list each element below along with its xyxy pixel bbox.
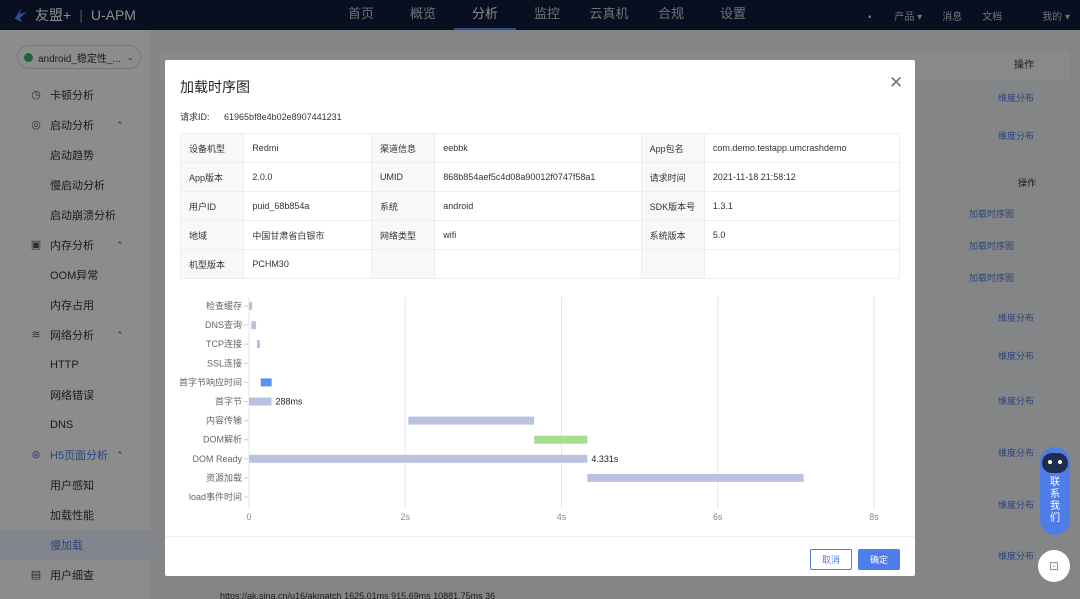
table-row: 地域 中国甘肃省白银市 网络类型 wifi 系统版本 5.0 <box>179 220 901 250</box>
info-value: android <box>434 191 642 221</box>
info-value: 868b854aef5c4d08a90012f0747f58a1 <box>434 162 642 192</box>
timing-bar[interactable] <box>534 435 588 444</box>
request-info-table: 设备机型 Redmi 渠道信息 eebbk App包名 com.demo.testapp.… <box>179 133 901 279</box>
info-key: 机型版本 <box>179 249 245 279</box>
info-key: 地域 <box>179 220 245 250</box>
category-label: 检查缓存 <box>206 300 242 311</box>
info-key: 设备机型 <box>179 133 245 163</box>
category-label: DOM Ready <box>192 454 242 464</box>
close-icon[interactable]: ✕ <box>889 74 903 91</box>
category-label: 首字节响应时间 <box>180 376 242 387</box>
timing-bar[interactable] <box>587 473 804 482</box>
timing-bar[interactable] <box>256 340 260 349</box>
contact-us-button[interactable]: 联系我们 <box>1040 447 1070 535</box>
table-row: App版本 2.0.0 UMID 868b854aef5c4d08a90012f074… <box>179 162 901 192</box>
modal-footer: 取消 确定 <box>165 536 915 576</box>
cancel-button[interactable]: 取消 <box>810 549 852 570</box>
timing-bar[interactable] <box>408 416 535 425</box>
info-key: 网络类型 <box>370 220 436 250</box>
timing-bar[interactable] <box>260 378 272 387</box>
robot-icon <box>1042 453 1068 473</box>
info-value: Redmi <box>243 133 372 163</box>
info-key: App包名 <box>640 133 705 163</box>
x-tick-label: 0 <box>246 512 251 522</box>
data-label: 4.331s <box>591 454 619 464</box>
info-key: UMID <box>370 162 436 192</box>
contact-us-label: 联系我们 <box>1050 477 1060 524</box>
request-id-value: 61965bf8e4b02e8907441231 <box>224 112 342 122</box>
info-value: 2021-11-18 21:58:12 <box>703 162 901 192</box>
x-tick-label: 6s <box>713 512 723 522</box>
timing-bar[interactable] <box>249 454 588 463</box>
category-label: 内容传输 <box>206 415 242 426</box>
table-row: 机型版本 PCHM30 <box>179 249 901 279</box>
modal-title: 加载时序图 <box>180 79 250 95</box>
info-value: com.demo.testapp.umcrashdemo <box>703 133 901 163</box>
info-value <box>434 249 642 279</box>
x-tick-label: 8s <box>869 512 879 522</box>
category-label: DOM解析 <box>203 434 242 445</box>
x-tick-label: 4s <box>557 512 567 522</box>
request-id-label: 请求ID: <box>180 112 210 122</box>
info-value: PCHM30 <box>243 249 372 279</box>
timing-bar[interactable] <box>249 302 253 310</box>
info-key: 系统版本 <box>640 220 705 250</box>
ok-button[interactable]: 确定 <box>858 549 900 570</box>
x-tick-label: 2s <box>400 512 410 522</box>
info-key <box>640 249 705 279</box>
info-value: eebbk <box>434 133 642 163</box>
info-key: SDK版本号 <box>640 191 705 221</box>
data-label: 288ms <box>276 397 304 407</box>
info-key: App版本 <box>179 162 245 192</box>
info-value: 2.0.0 <box>243 162 372 192</box>
info-value: 中国甘肃省白银市 <box>243 220 372 250</box>
info-value: wifi <box>434 220 642 250</box>
timing-bar[interactable] <box>251 321 257 330</box>
category-label: 首字节 <box>215 396 242 407</box>
info-key <box>370 249 436 279</box>
timing-bar[interactable] <box>249 397 272 406</box>
table-row: 设备机型 Redmi 渠道信息 eebbk App包名 com.demo.testapp.… <box>179 133 901 163</box>
timing-chart: 0 2s 4s 6s 8s 检查缓存 DNS查询 TCP连接 SSL连接首字节响应时间首字节 28… <box>180 297 879 522</box>
info-key: 渠道信息 <box>370 133 436 163</box>
timing-modal: 加载时序图 ✕ 请求ID: 61965bf8e4b02e8907441231 设… <box>165 60 915 576</box>
category-label: 资源加载 <box>206 472 242 483</box>
request-id: 请求ID: 61965bf8e4b02e8907441231 <box>180 110 342 123</box>
info-value: 5.0 <box>703 220 901 250</box>
info-value: puid_68b854a <box>243 191 372 221</box>
table-row: 用户ID puid_68b854a 系统 android SDK版本号 1.3.1 <box>179 191 901 221</box>
info-key: 用户ID <box>179 191 245 221</box>
category-label: load事件时间 <box>189 491 242 502</box>
info-value <box>703 249 901 279</box>
info-value: 1.3.1 <box>703 191 901 221</box>
category-label: DNS查询 <box>205 319 242 330</box>
category-label: TCP连接 <box>206 338 242 349</box>
chat-icon[interactable]: ⊡ <box>1038 550 1070 582</box>
info-key: 请求时间 <box>640 162 705 192</box>
category-label: SSL连接 <box>207 357 242 368</box>
info-key: 系统 <box>370 191 436 221</box>
